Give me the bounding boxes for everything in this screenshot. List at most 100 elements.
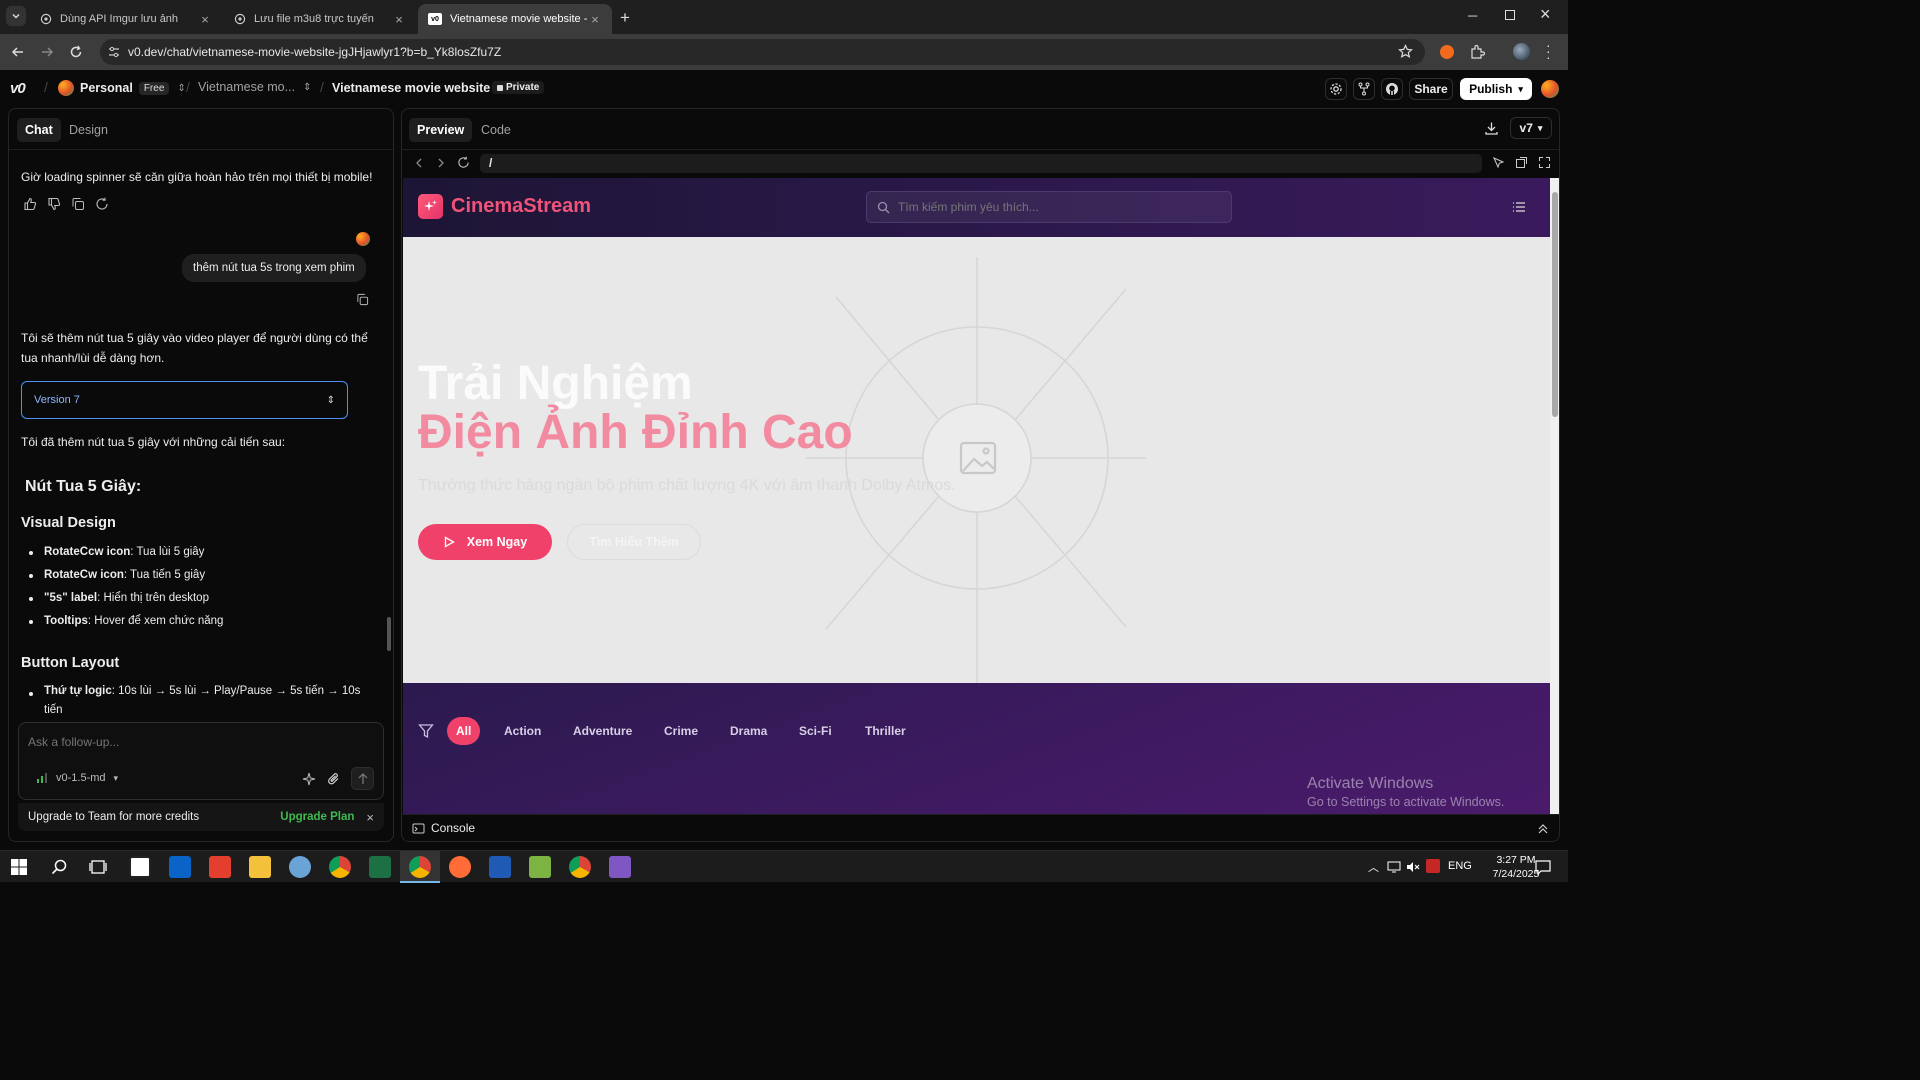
genre-chip-crime[interactable]: Crime (655, 717, 707, 745)
learn-more-button[interactable]: Tìm Hiểu Thêm (567, 524, 701, 560)
notification-icon[interactable] (1535, 859, 1551, 875)
language-indicator[interactable]: ENG (1448, 860, 1472, 872)
preview-back-icon[interactable] (413, 157, 425, 169)
fullscreen-icon[interactable] (1538, 156, 1551, 169)
windows-start-icon[interactable] (11, 859, 27, 875)
console-toggle[interactable]: Console (412, 821, 475, 835)
preview-forward-icon[interactable] (435, 157, 447, 169)
tab-code[interactable]: Code (473, 118, 519, 142)
copy-icon[interactable] (71, 197, 85, 211)
notion-app-icon[interactable] (129, 856, 151, 878)
puzzle-icon[interactable] (1469, 44, 1485, 60)
genre-chip-all[interactable]: All (447, 717, 481, 745)
open-new-window-icon[interactable] (1515, 156, 1528, 169)
expand-up-icon[interactable] (1537, 823, 1549, 835)
genre-chip-drama[interactable]: Drama (721, 717, 776, 745)
tab-chat[interactable]: Chat (17, 118, 61, 142)
select-element-icon[interactable] (1492, 156, 1505, 169)
excel-app-icon[interactable] (369, 856, 391, 878)
postman-app-icon[interactable] (449, 856, 471, 878)
close-tab-icon[interactable]: × (392, 12, 406, 27)
list-menu-icon[interactable] (1512, 201, 1526, 213)
genre-chip-thriller[interactable]: Thriller (856, 717, 915, 745)
github-button[interactable] (1381, 78, 1403, 100)
version-selector[interactable]: v7 ▾ (1510, 117, 1552, 139)
close-tab-icon[interactable]: × (198, 12, 212, 27)
search-icon[interactable] (51, 859, 67, 875)
search-icon (877, 201, 890, 213)
new-tab-button[interactable]: + (620, 8, 630, 28)
browser-tab-1[interactable]: Dùng API Imgur lưu ảnh × (30, 4, 222, 34)
network-icon[interactable] (1386, 860, 1402, 874)
chrome-active-app[interactable] (400, 851, 440, 883)
genre-chip-action[interactable]: Action (495, 717, 550, 745)
preview-reload-icon[interactable] (457, 156, 470, 169)
chat-title[interactable]: Vietnamese movie website (332, 81, 490, 95)
bookmark-star-icon[interactable] (1398, 44, 1413, 59)
watch-now-button[interactable]: Xem Ngay (418, 524, 552, 560)
address-bar[interactable]: v0.dev/chat/vietnamese-movie-website-jgJ… (100, 39, 1425, 65)
hero-title-line2: Điện Ảnh Đỉnh Cao (418, 406, 853, 459)
close-tab-icon[interactable]: × (588, 12, 602, 27)
project-switcher[interactable]: Vietnamese mo... ⇕ (198, 80, 311, 94)
chat-scrollbar[interactable] (387, 617, 391, 651)
site-logo[interactable]: CinemaStream (418, 194, 591, 219)
tray-chevron-icon[interactable]: ︿ (1368, 859, 1379, 875)
chrome-app-icon[interactable] (329, 856, 351, 878)
task-view-icon[interactable] (89, 859, 107, 875)
regenerate-icon[interactable] (95, 197, 109, 211)
minimize-icon[interactable]: ─ (1468, 8, 1477, 23)
download-icon[interactable] (1484, 121, 1499, 136)
v0-logo[interactable]: v0 (10, 80, 26, 97)
word-app-icon[interactable] (489, 856, 511, 878)
back-icon[interactable] (11, 45, 25, 59)
browser-tab-3[interactable]: v0 Vietnamese movie website - v0 × (418, 4, 612, 34)
close-icon[interactable]: × (366, 810, 374, 825)
lock-icon (497, 84, 503, 91)
thumbs-down-icon[interactable] (47, 197, 61, 211)
send-button[interactable] (351, 767, 374, 790)
file-explorer-icon[interactable] (249, 856, 271, 878)
profile-avatar[interactable] (1513, 43, 1530, 60)
site-search[interactable] (866, 191, 1232, 223)
scroll-thumb[interactable] (1552, 192, 1558, 417)
genre-chip-adventure[interactable]: Adventure (564, 717, 641, 745)
user-avatar[interactable] (1541, 80, 1559, 98)
anydesk-app-icon[interactable] (209, 856, 231, 878)
forward-icon[interactable] (40, 45, 54, 59)
genre-chip-scifi[interactable]: Sci-Fi (790, 717, 841, 745)
notepad-app-icon[interactable] (529, 856, 551, 878)
upgrade-plan-link[interactable]: Upgrade Plan (280, 811, 354, 823)
restore-icon[interactable] (1505, 10, 1515, 20)
vivaldi-tray-icon[interactable] (1426, 859, 1440, 873)
close-window-icon[interactable]: × (1540, 4, 1551, 25)
outlook-app-icon[interactable] (169, 856, 191, 878)
version-card[interactable]: Version 7 ⇕ (21, 381, 348, 419)
settings-button[interactable] (1325, 78, 1347, 100)
network-app-icon[interactable] (289, 856, 311, 878)
copy-icon[interactable] (356, 293, 369, 306)
publish-button[interactable]: Publish ▾ (1460, 78, 1532, 100)
site-search-input[interactable] (898, 200, 1218, 214)
extension-icon[interactable] (1440, 45, 1454, 59)
chrome-profile-app-icon[interactable] (569, 856, 591, 878)
browser-menu-icon[interactable]: · · · (1546, 38, 1551, 64)
speaker-muted-icon[interactable] (1406, 860, 1420, 874)
browser-tab-2[interactable]: Lưu file m3u8 trực tuyến × (224, 4, 416, 34)
preview-path-input[interactable]: / (480, 154, 1482, 173)
share-button[interactable]: Share (1409, 78, 1453, 100)
tab-design[interactable]: Design (61, 118, 116, 142)
paperclip-icon[interactable] (327, 772, 341, 786)
preview-scrollbar[interactable] (1550, 178, 1559, 814)
visual-studio-app-icon[interactable] (609, 856, 631, 878)
site-info-icon[interactable] (108, 46, 120, 58)
follow-up-input[interactable] (28, 733, 368, 751)
workspace-switcher[interactable]: Personal Free ⇕ (58, 80, 186, 96)
tab-list-button[interactable] (6, 6, 26, 26)
sparkle-icon[interactable] (302, 772, 316, 786)
model-selector[interactable]: v0-1.5-md ▾ (36, 772, 118, 784)
reload-icon[interactable] (69, 45, 83, 59)
tab-preview[interactable]: Preview (409, 118, 473, 142)
fork-button[interactable] (1353, 78, 1375, 100)
thumbs-up-icon[interactable] (23, 197, 37, 211)
